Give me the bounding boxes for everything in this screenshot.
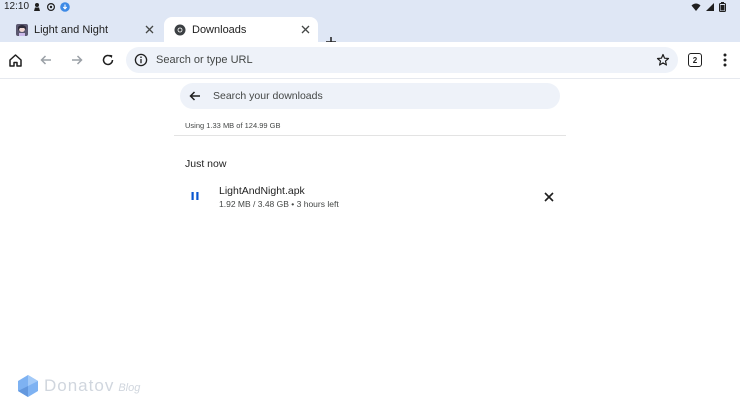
download-item[interactable]: LightAndNight.apk 1.92 MB / 3.48 GB • 3 …: [174, 180, 566, 212]
watermark-subtext: Blog: [118, 381, 141, 394]
download-filename: LightAndNight.apk: [219, 185, 305, 197]
back-button[interactable]: [37, 51, 55, 69]
reload-button[interactable]: [99, 51, 117, 69]
tab-title: Downloads: [192, 23, 247, 36]
watermark: Donatov Blog: [16, 374, 140, 398]
address-input[interactable]: [156, 47, 636, 73]
arrow-left-icon: [40, 55, 51, 65]
date-header: Just now: [185, 158, 227, 170]
tab-light-and-night[interactable]: Light and Night: [6, 17, 162, 42]
watermark-logo-icon: [18, 375, 38, 397]
divider: [174, 135, 566, 136]
home-icon: [8, 53, 22, 67]
downloads-search-input[interactable]: [213, 83, 543, 109]
tab-count: 2: [692, 55, 698, 65]
close-icon: [145, 25, 153, 34]
arrow-left-icon[interactable]: [188, 89, 202, 103]
status-time: 12:10: [4, 1, 30, 12]
person-icon: [34, 3, 40, 11]
wifi-icon: [691, 3, 701, 11]
reload-icon: [102, 54, 114, 66]
forward-button[interactable]: [68, 51, 86, 69]
close-tab-button[interactable]: [142, 23, 156, 37]
watermark-text: Donatov: [44, 376, 115, 395]
tab-switcher-button[interactable]: 2: [688, 53, 702, 67]
close-tab-button[interactable]: [298, 23, 312, 37]
cancel-icon[interactable]: [542, 190, 556, 204]
info-icon[interactable]: [134, 53, 148, 67]
pause-icon[interactable]: [188, 189, 202, 203]
bookmark-star-icon[interactable]: [656, 53, 670, 67]
tab-title: Light and Night: [34, 23, 108, 36]
home-button[interactable]: [6, 51, 24, 69]
status-bar: 12:10: [0, 0, 740, 14]
tab-strip: Light and Night Downloads: [0, 14, 740, 47]
menu-button[interactable]: [716, 51, 734, 69]
toolbar: 2: [0, 42, 740, 79]
storage-usage: Using 1.33 MB of 124.99 GB: [185, 121, 281, 130]
gear-icon: [46, 2, 56, 12]
download-progress: 1.92 MB / 3.48 GB • 3 hours left: [219, 199, 339, 209]
address-bar[interactable]: [126, 47, 678, 73]
signal-icon: [706, 3, 714, 11]
close-icon: [301, 25, 309, 34]
download-notification-icon: [60, 2, 70, 12]
chrome-icon: [174, 24, 186, 35]
tab-downloads[interactable]: Downloads: [164, 17, 318, 42]
battery-icon: [719, 2, 726, 12]
downloads-search[interactable]: [180, 83, 560, 109]
anime-avatar-icon: [16, 23, 28, 36]
arrow-right-icon: [72, 55, 83, 65]
more-vert-icon: [723, 53, 727, 67]
